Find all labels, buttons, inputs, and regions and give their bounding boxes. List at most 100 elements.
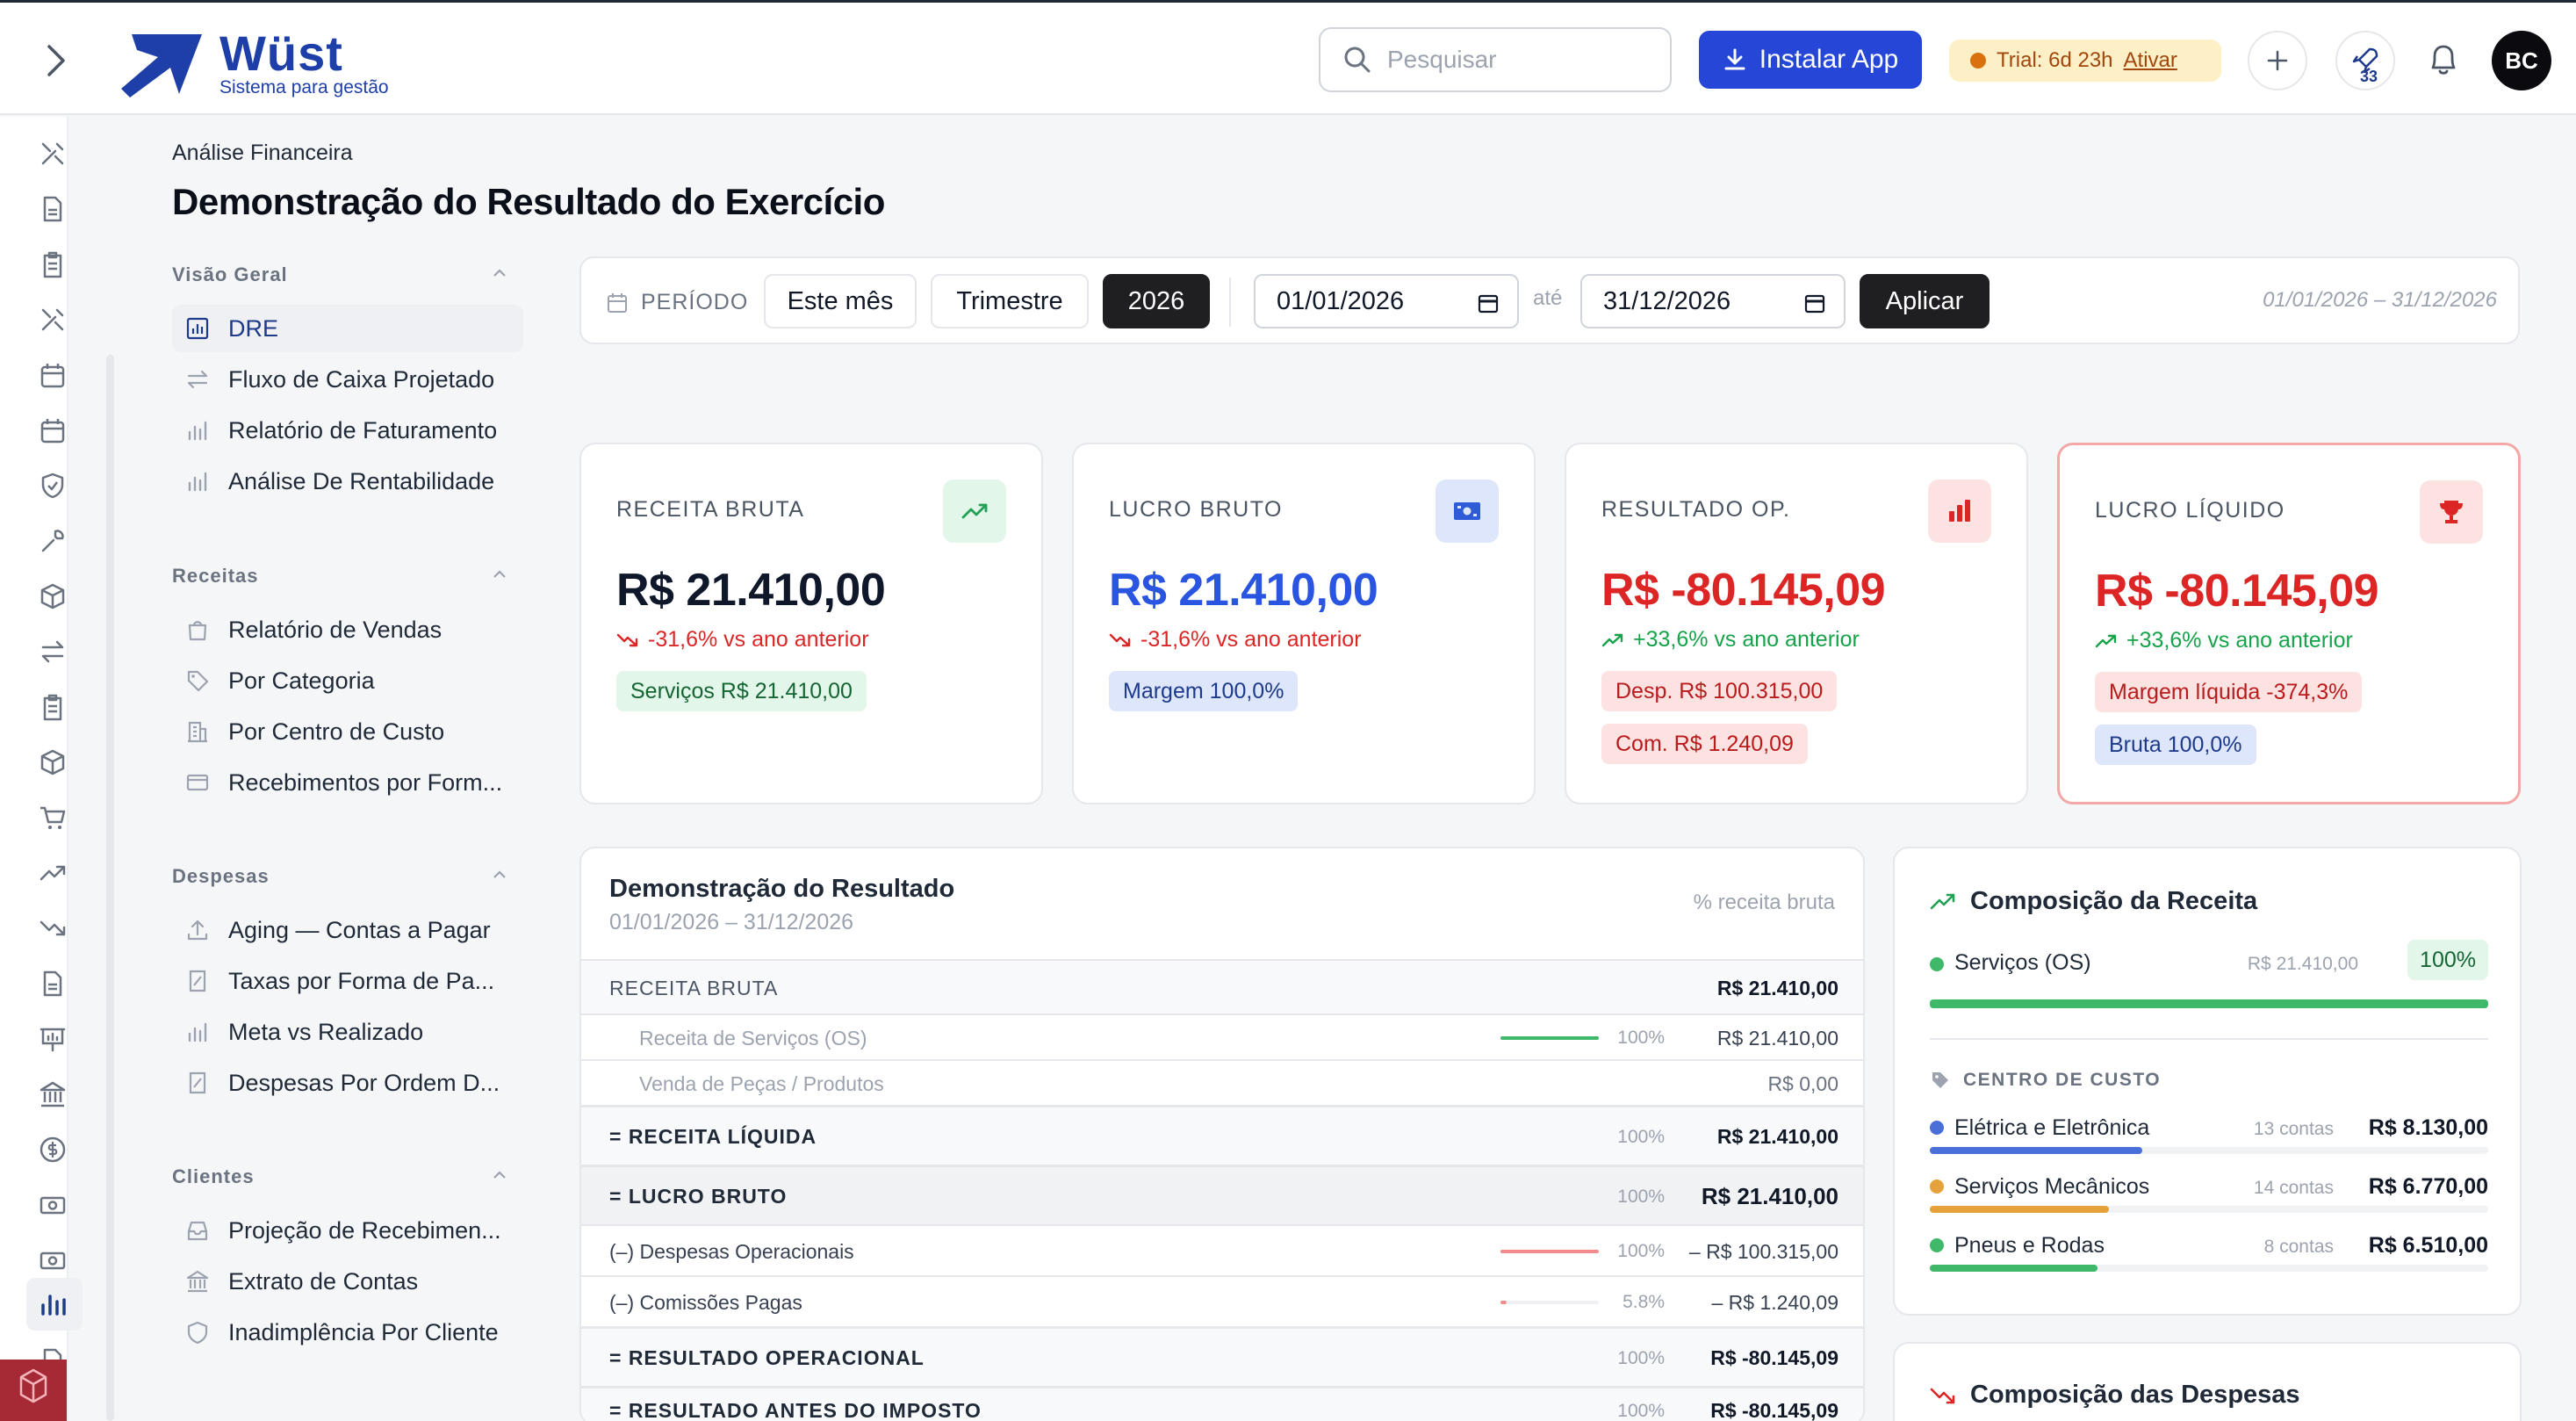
nav-item-recebimentos[interactable]: Recebimentos por Form... (172, 759, 523, 806)
top-bar: Wüst Sistema para gestão Pesquisar Insta… (0, 0, 2576, 115)
period-year-button[interactable]: 2026 (1103, 274, 1210, 328)
kpi-change-text: +33,6% vs ano anterior (1633, 627, 1860, 652)
group-clientes[interactable]: Clientes (172, 1165, 516, 1188)
nav-item-rentabilidade[interactable]: Análise De Rentabilidade (172, 458, 523, 505)
logo-icon (118, 29, 205, 99)
date-from-input[interactable]: 01/01/2026 (1254, 274, 1519, 328)
dollar-icon[interactable] (33, 1130, 72, 1169)
cost-center-name: Serviços Mecânicos (1954, 1174, 2150, 1199)
kpi-value: R$ -80.145,09 (1601, 565, 1886, 616)
banknote-icon[interactable] (33, 1241, 72, 1280)
clock-icon (1970, 53, 1986, 69)
avatar[interactable]: BC (2492, 31, 2551, 90)
nav-item-label: Relatório de Faturamento (228, 416, 498, 444)
kpi-card-lucro-liquido: LUCRO LÍQUIDO R$ -80.145,09 +33,6% vs an… (2057, 443, 2521, 804)
kpi-pill: Com. R$ 1.240,09 (1601, 724, 1808, 764)
clipboard-list-icon[interactable] (33, 688, 72, 726)
trial-activate-link[interactable]: Ativar (2124, 48, 2177, 73)
search-icon (1343, 46, 1371, 74)
nav-item-vendas[interactable]: Relatório de Vendas (172, 606, 523, 653)
nav-item-projecao[interactable]: Projeção de Recebimen... (172, 1207, 523, 1254)
table-row: Venda de Peças / Produtos R$ 0,00 (581, 1059, 1863, 1105)
search-placeholder: Pesquisar (1387, 46, 1497, 73)
trial-text: Trial: 6d 23h (1997, 48, 2113, 72)
clipboard-icon[interactable] (33, 245, 72, 284)
group-despesas[interactable]: Despesas (172, 865, 516, 888)
table-row: RECEITA BRUTA R$ 21.410,00 (581, 959, 1863, 1013)
banknote-icon[interactable] (33, 1186, 72, 1224)
nav-item-taxas[interactable]: Taxas por Forma de Pa... (172, 957, 523, 1005)
row-pct: 100% (1617, 1187, 1665, 1207)
add-button[interactable] (2248, 31, 2307, 90)
nav-item-extrato[interactable]: Extrato de Contas (172, 1258, 523, 1305)
period-quarter-button[interactable]: Trimestre (931, 274, 1089, 328)
icon-rail (0, 117, 83, 1421)
nav-item-label: Despesas Por Ordem D... (228, 1069, 500, 1096)
bell-icon[interactable] (2421, 38, 2465, 82)
kpi-change-text: -31,6% vs ano anterior (1140, 627, 1362, 652)
group-receitas[interactable]: Receitas (172, 565, 516, 588)
shield-check-icon[interactable] (33, 466, 72, 505)
apply-button[interactable]: Aplicar (1860, 274, 1990, 328)
kpi-pill: Serviços R$ 21.410,00 (616, 671, 867, 711)
bar-chart-icon[interactable] (33, 1285, 72, 1324)
nav-item-centro-custo[interactable]: Por Centro de Custo (172, 708, 523, 755)
calendar-icon[interactable] (1477, 292, 1500, 314)
revenue-item-amount: R$ 21.410,00 (2247, 954, 2358, 974)
presentation-icon[interactable] (33, 1020, 72, 1058)
trending-up-icon[interactable] (33, 854, 72, 892)
calendar-icon[interactable] (33, 356, 72, 394)
row-label: = RESULTADO OPERACIONAL (609, 1346, 925, 1369)
nav-item-meta[interactable]: Meta vs Realizado (172, 1008, 523, 1056)
tools-icon[interactable] (33, 134, 72, 173)
trending-down-icon[interactable] (33, 909, 72, 948)
period-month-button[interactable]: Este mês (764, 274, 917, 328)
chevron-right-icon[interactable] (39, 41, 74, 80)
date-to-input[interactable]: 31/12/2026 (1580, 274, 1846, 328)
kpi-pill: Margem líquida -374,3% (2095, 672, 2363, 712)
receipt-percent-icon (184, 1070, 211, 1096)
cost-center-name: Pneus e Rodas (1954, 1233, 2105, 1258)
row-pct: 100% (1617, 1127, 1665, 1147)
calendar-icon[interactable] (1803, 292, 1826, 314)
arrows-exchange-icon[interactable] (33, 632, 72, 671)
dev-toolbar-icon[interactable] (0, 1360, 67, 1421)
legend-dot (1930, 1238, 1944, 1252)
cost-center-item: Elétrica e Eletrônica 13 contas R$ 8.130… (1930, 1115, 2488, 1154)
document-icon[interactable] (33, 190, 72, 228)
sidebar-scrollbar[interactable] (106, 355, 114, 1421)
wrench-icon[interactable] (33, 522, 72, 560)
nav-item-label: Por Centro de Custo (228, 718, 445, 745)
upload-icon (184, 917, 211, 943)
row-label: = LUCRO BRUTO (609, 1185, 788, 1208)
install-app-button[interactable]: Instalar App (1699, 31, 1922, 89)
file-text-icon[interactable] (33, 964, 72, 1003)
package-icon[interactable] (33, 743, 72, 782)
trending-down-icon (1930, 1384, 1956, 1407)
wrench-screwdriver-icon[interactable] (33, 300, 72, 339)
box-icon[interactable] (33, 577, 72, 616)
kpi-value: R$ 21.410,00 (1109, 565, 1378, 616)
nav-item-inadimplencia[interactable]: Inadimplência Por Cliente (172, 1309, 523, 1356)
nav-item-aging[interactable]: Aging — Contas a Pagar (172, 906, 523, 954)
row-label: (–) Comissões Pagas (609, 1291, 802, 1314)
nav-item-label: Relatório de Vendas (228, 616, 443, 643)
bank-icon[interactable] (33, 1075, 72, 1114)
group-visao-geral[interactable]: Visão Geral (172, 263, 516, 286)
cost-center-count: 14 contas (2253, 1178, 2334, 1198)
nav-item-categoria[interactable]: Por Categoria (172, 657, 523, 704)
calendar-check-icon[interactable] (33, 411, 72, 450)
shopping-bag-icon (184, 617, 211, 643)
cost-center-count: 8 contas (2263, 1237, 2334, 1257)
nav-item-fluxo-caixa[interactable]: Fluxo de Caixa Projetado (172, 356, 523, 403)
nav-item-despesas-os[interactable]: Despesas Por Ordem D... (172, 1059, 523, 1107)
cart-icon[interactable] (33, 798, 72, 837)
date-from-value: 01/01/2026 (1277, 286, 1405, 315)
nav-item-faturamento[interactable]: Relatório de Faturamento (172, 407, 523, 454)
kpi-label: RESULTADO OP. (1601, 497, 1791, 522)
kpi-card-receita-bruta: RECEITA BRUTA R$ 21.410,00 -31,6% vs ano… (579, 443, 1043, 804)
nav-item-dre[interactable]: DRE (172, 305, 523, 352)
search-input[interactable]: Pesquisar (1319, 27, 1672, 92)
row-pct: 100% (1617, 1028, 1665, 1048)
kpi-change-text: -31,6% vs ano anterior (648, 627, 869, 652)
